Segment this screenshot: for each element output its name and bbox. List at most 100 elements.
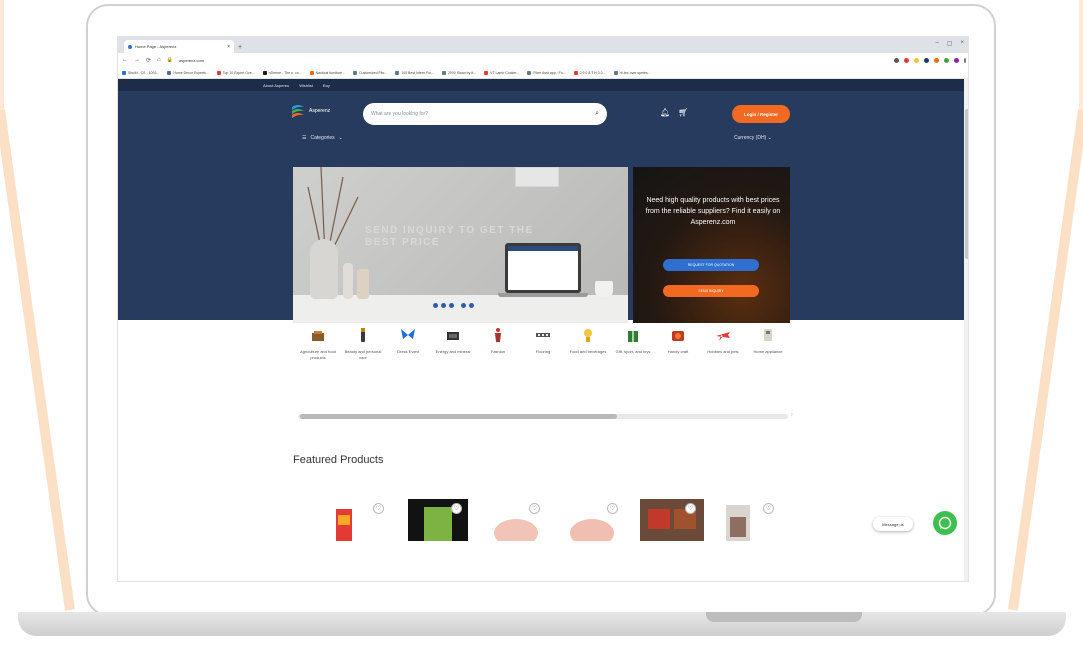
heart-icon[interactable]: ♡ — [763, 503, 774, 514]
category-label: Dress Event — [397, 349, 419, 354]
top-link[interactable]: Wishlist — [299, 83, 313, 88]
product-card[interactable]: ♡ — [484, 497, 548, 541]
page-scrollbar-thumb[interactable] — [965, 109, 968, 259]
heart-icon[interactable]: ♡ — [451, 503, 462, 514]
send-inquiry-button[interactable]: SEND INQUIRY — [663, 285, 759, 297]
bookmark-item[interactable]: Top 10 Expert Ove... — [216, 70, 255, 75]
categories-label: Categories — [310, 135, 335, 141]
close-window-icon[interactable]: × — [960, 40, 964, 47]
extension-icon[interactable] — [914, 57, 919, 63]
category-item[interactable]: Home appliance — [748, 327, 788, 360]
carousel-dot[interactable] — [441, 303, 446, 308]
featured-products: ♡ ♡ ♡ ♡ ♡ ♡ — [328, 497, 782, 541]
bookmark-item[interactable]: 100 Best Intern Fur... — [395, 70, 434, 75]
heart-icon[interactable]: ♡ — [607, 503, 618, 514]
bookmark-item[interactable]: Shuiki - CS - 1092... — [122, 70, 159, 75]
bookmark-item[interactable]: Home Decor Experts... — [167, 70, 209, 75]
browser-tab[interactable]: Home Page - Asperenz × — [124, 40, 234, 53]
bookmark-item[interactable]: VT Lamb Cooker... — [484, 70, 519, 75]
cart-icon[interactable]: 🛒︎ — [678, 108, 688, 117]
carousel-dot[interactable] — [449, 303, 454, 308]
product-card[interactable]: ♡ — [328, 497, 392, 541]
reload-icon[interactable]: ⟳ — [146, 57, 151, 64]
maximize-icon[interactable]: ▢ — [947, 40, 953, 47]
category-item[interactable]: Hobbies and pets — [703, 327, 743, 360]
bottle-image — [343, 263, 353, 299]
carousel-dot[interactable] — [461, 303, 466, 308]
heart-icon[interactable]: ♡ — [685, 503, 696, 514]
gift-icon — [628, 331, 638, 342]
category-scrollbar[interactable] — [298, 414, 788, 419]
search-icon[interactable]: ⌕ — [595, 110, 599, 118]
vase-image — [310, 239, 338, 299]
extension-icon[interactable] — [904, 57, 909, 63]
forward-icon[interactable]: → — [134, 57, 140, 63]
product-image — [640, 499, 704, 541]
laptop-base — [18, 612, 1066, 636]
minimize-icon[interactable]: – — [935, 40, 938, 47]
promo-background — [633, 167, 790, 323]
bell-icon[interactable]: 🔔︎ — [660, 108, 670, 117]
category-item[interactable]: Flooring — [523, 327, 563, 360]
laptop-image — [505, 243, 581, 293]
tab-title: Home Page - Asperenz — [135, 44, 177, 49]
top-link[interactable]: About Aspereu — [263, 83, 289, 88]
product-card[interactable]: ♡ — [640, 497, 704, 541]
bookmark-item[interactable]: nDreme - The n. co... — [262, 70, 302, 75]
message-us-bubble[interactable]: Message us — [873, 517, 913, 531]
browser-window: Home Page - Asperenz × + – ▢ × ← → ⟳ ⌂ 🔒… — [117, 36, 969, 582]
currency-label: Currency (DH) — [734, 135, 767, 141]
url-field[interactable]: asperenz.com — [179, 58, 204, 63]
carousel-dot[interactable] — [433, 303, 438, 308]
currency-selector[interactable]: Currency (DH) ⌄ — [734, 135, 772, 141]
agriculture-icon — [312, 331, 324, 341]
brand-logo[interactable]: Asperenz — [290, 103, 330, 119]
category-item[interactable]: Handy craft — [658, 327, 698, 360]
profile-icon[interactable] — [954, 57, 959, 63]
close-tab-icon[interactable]: × — [227, 44, 230, 50]
bookmark-item[interactable]: 2 9 0 8 T H 0 0... — [573, 70, 606, 75]
product-card[interactable]: ♡ — [562, 497, 626, 541]
heart-icon[interactable]: ♡ — [373, 503, 384, 514]
bookmark-item[interactable]: Nautical furniture... — [309, 70, 345, 75]
chevron-down-icon: ⌄ — [767, 135, 772, 141]
login-register-button[interactable]: Login / Register — [732, 105, 790, 123]
product-image — [336, 509, 352, 541]
whatsapp-button[interactable] — [933, 511, 957, 535]
new-tab-icon[interactable]: + — [238, 44, 242, 51]
product-card[interactable]: ♡ — [406, 497, 470, 541]
bookmark-item[interactable]: 2000 Sloan by-it... — [441, 70, 476, 75]
menu-icon[interactable] — [964, 57, 966, 63]
category-item[interactable]: Energy and mineral — [433, 327, 473, 360]
scroll-right-icon[interactable]: › — [791, 412, 793, 418]
top-link[interactable]: Buy — [323, 83, 330, 88]
product-image — [408, 499, 468, 541]
bookmark-item[interactable]: Hi-tec over spetes... — [613, 70, 651, 75]
request-quotation-button[interactable]: REQUEST FOR QUOTATION — [663, 259, 759, 271]
extension-icon[interactable] — [934, 57, 939, 63]
category-item[interactable]: Food and beverages — [568, 327, 608, 360]
hero-banner[interactable]: SEND INQUIRY TO GET THE BEST PRICE — [293, 167, 628, 323]
category-item[interactable]: Gift, sport, and toys — [613, 327, 653, 360]
extension-icon[interactable] — [944, 57, 949, 63]
home-icon[interactable]: ⌂ — [157, 57, 161, 63]
category-scrollbar-thumb[interactable] — [300, 414, 617, 419]
search-input[interactable]: What are you looking for? ⌕ — [363, 103, 607, 125]
categories-menu[interactable]: ☰ Categories ⌄ — [302, 135, 343, 141]
product-card[interactable]: ♡ — [718, 497, 782, 541]
category-item[interactable]: Agriculture and food products — [298, 327, 338, 360]
category-item[interactable]: Dress Event — [388, 327, 428, 360]
product-image — [494, 519, 538, 541]
bookmark-item[interactable]: Customized Fibr... — [353, 70, 387, 75]
category-item[interactable]: Fashion — [478, 327, 518, 360]
heart-icon[interactable]: ♡ — [529, 503, 540, 514]
bookmark-item[interactable]: Fibre Asst app / Fu... — [527, 70, 566, 75]
category-item[interactable]: Beauty and personal care — [343, 327, 383, 360]
extension-icon[interactable] — [894, 57, 899, 63]
extension-icon[interactable] — [924, 57, 929, 63]
site-header: Asperenz What are you looking for? ⌕ 🔔︎ … — [118, 91, 968, 323]
carousel-dot[interactable] — [469, 303, 474, 308]
flooring-icon — [536, 333, 550, 337]
category-label: Home appliance — [753, 349, 783, 354]
back-icon[interactable]: ← — [122, 57, 128, 63]
